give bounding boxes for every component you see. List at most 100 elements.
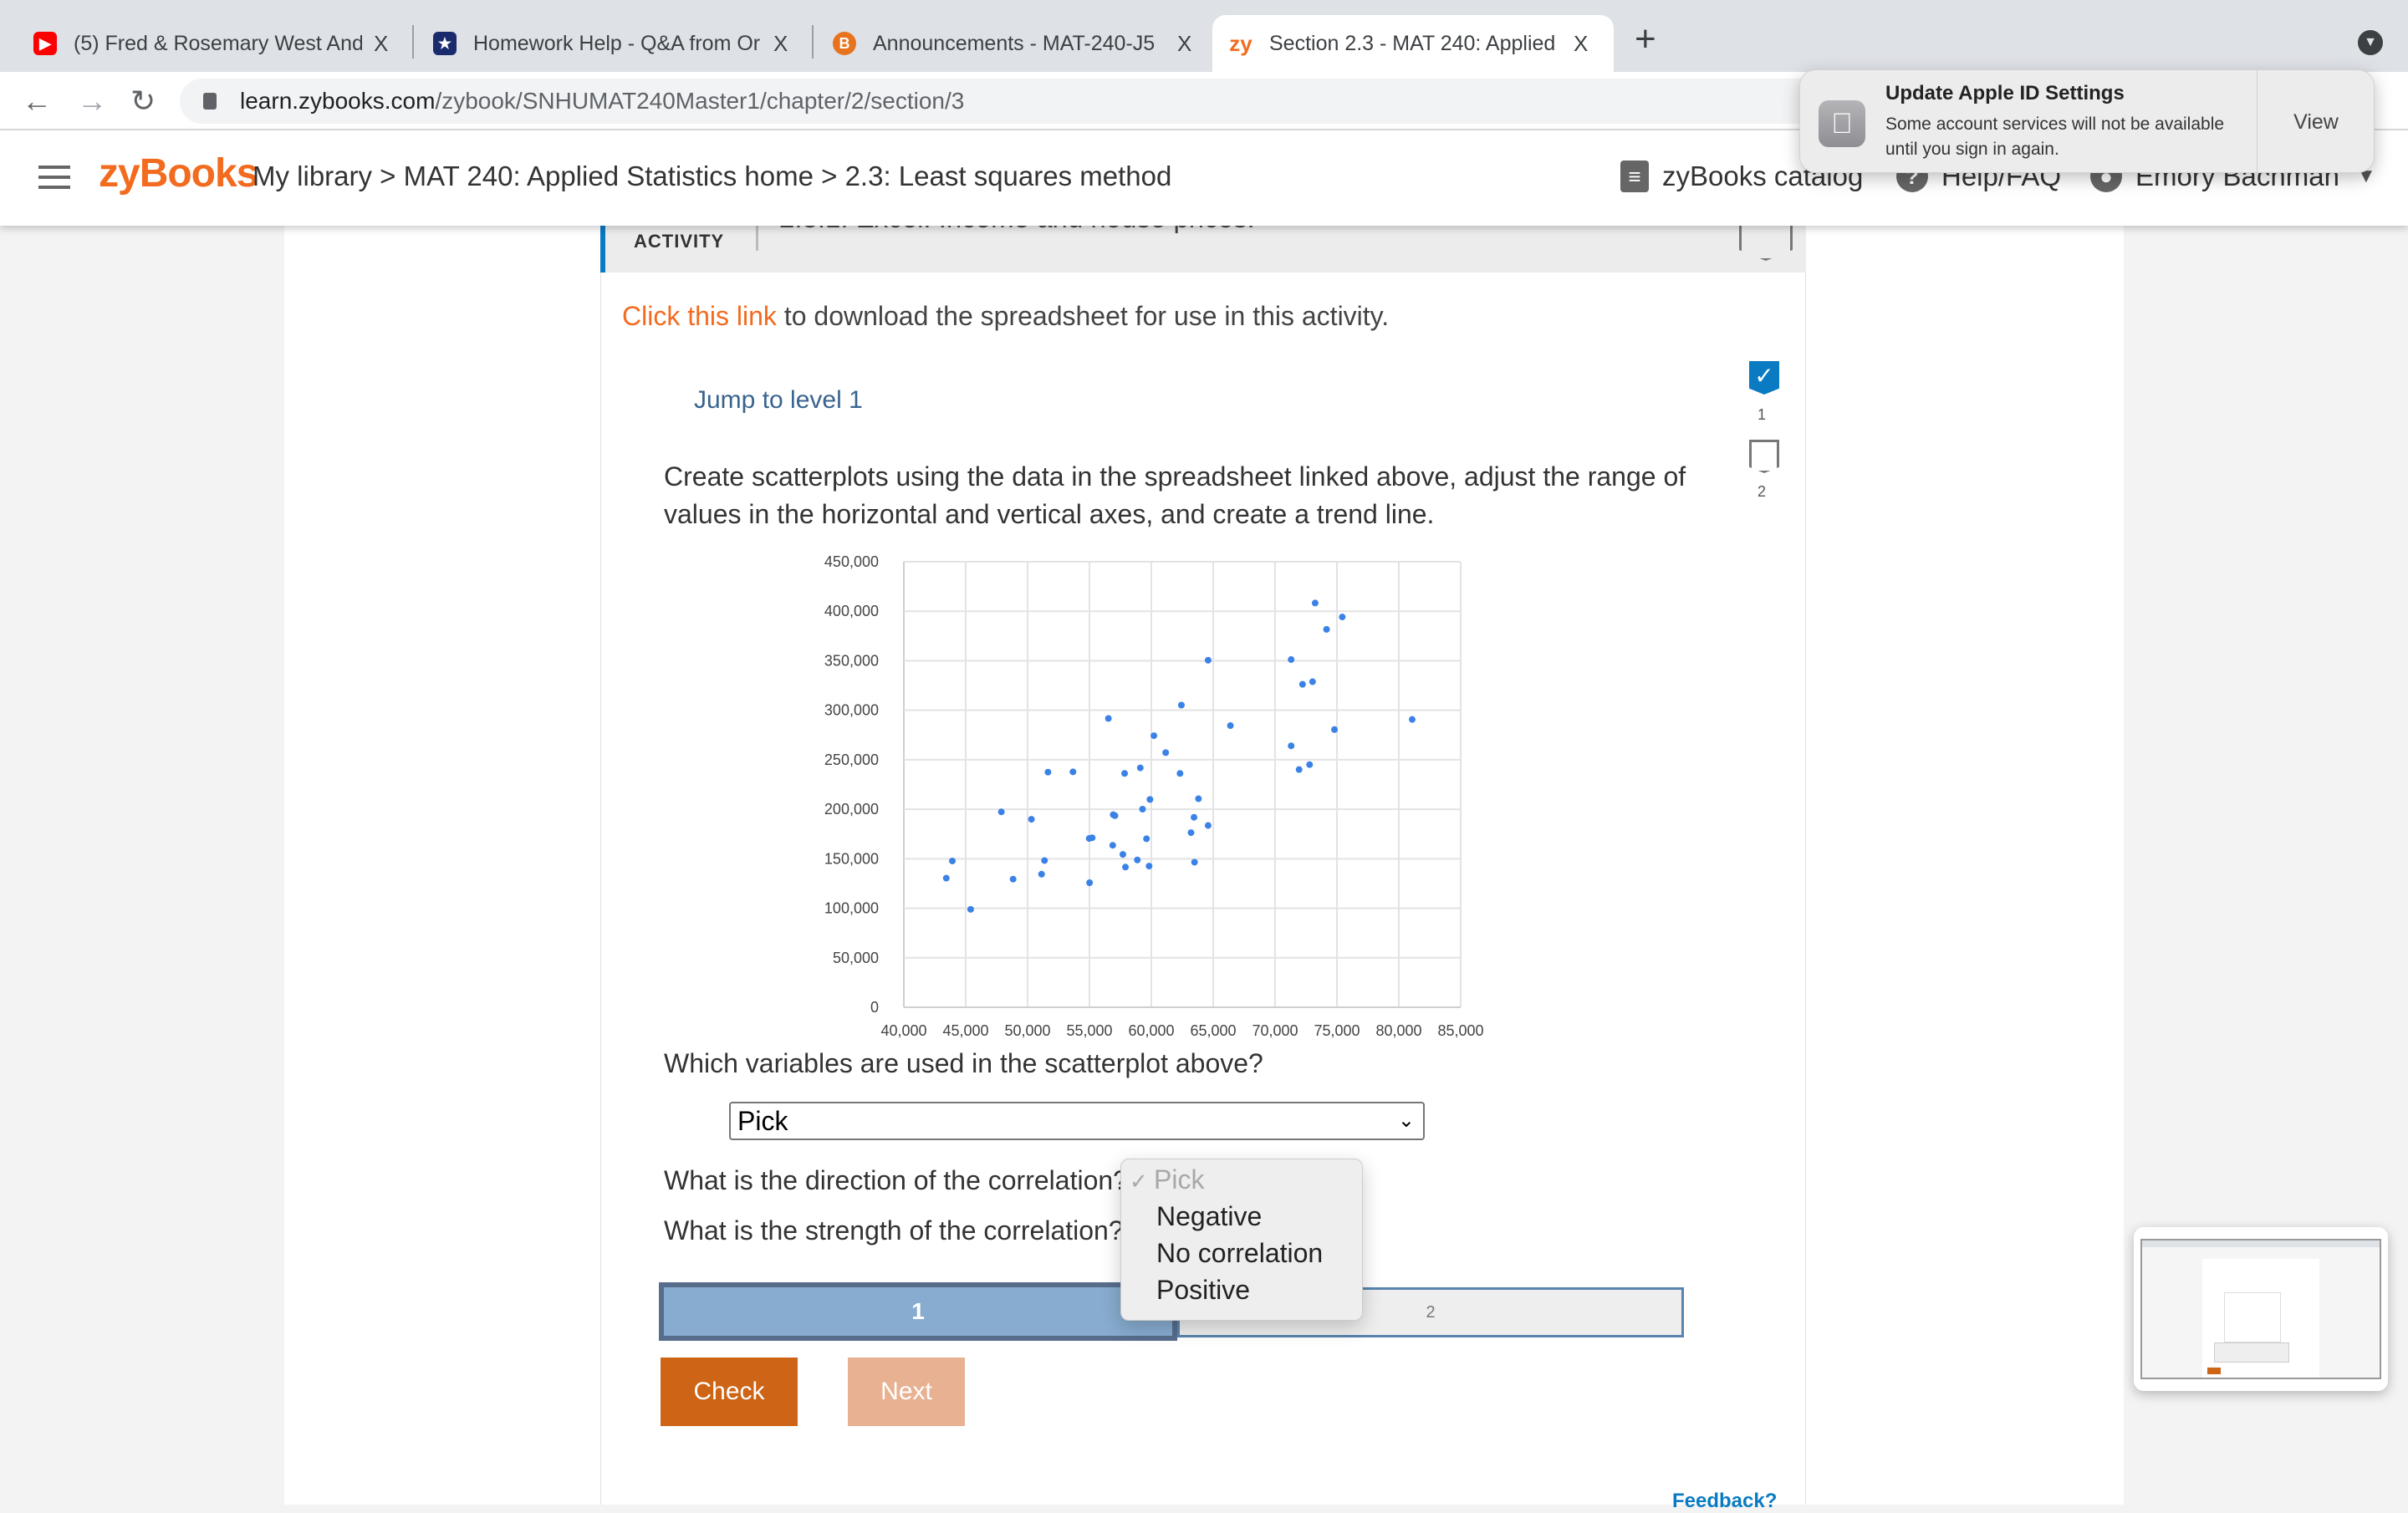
data-point xyxy=(1408,716,1416,723)
dropdown-option-negative[interactable]: Negative xyxy=(1156,1201,1262,1232)
tab-announcements[interactable]: B Announcements - MAT-240-J5 X xyxy=(833,15,1191,72)
data-point xyxy=(1227,722,1234,730)
breadcrumb[interactable]: My library > MAT 240: Applied Statistics… xyxy=(253,160,1171,192)
tab-homework-help[interactable]: ★ Homework Help - Q&A from Or X xyxy=(433,15,788,72)
x-tick-label: 75,000 xyxy=(1314,1022,1360,1039)
y-tick-label: 400,000 xyxy=(824,603,879,619)
tab-search-icon[interactable]: ▼ xyxy=(2358,30,2383,55)
data-point xyxy=(1306,761,1314,768)
y-tick-label: 250,000 xyxy=(824,751,879,768)
tab-title: Homework Help - Q&A from Or xyxy=(473,31,761,55)
data-point xyxy=(967,905,974,913)
notification-view-button[interactable]: View xyxy=(2257,70,2375,174)
data-point xyxy=(1028,816,1035,823)
notification-title: Update Apple ID Settings xyxy=(1885,82,2125,104)
catalog-icon: ≡ xyxy=(1620,160,1649,192)
tab-youtube[interactable]: ▶ (5) Fred & Rosemary West And X xyxy=(33,15,388,72)
data-point xyxy=(1298,680,1306,688)
thumbnail-tabbar xyxy=(2142,1240,2380,1247)
browser-tab-bar: ▶ (5) Fred & Rosemary West And X ★ Homew… xyxy=(0,0,2408,72)
tab-separator xyxy=(412,25,414,59)
new-tab-button[interactable]: + xyxy=(1635,18,1656,60)
y-axis-ticks: 0 50,000 100,000 150,000 200,000 250,000 300,0… xyxy=(824,553,879,1016)
y-tick-label: 50,000 xyxy=(833,950,879,966)
thumbnail-menu xyxy=(2214,1342,2289,1363)
data-point xyxy=(997,808,1005,816)
data-point xyxy=(1177,701,1185,709)
next-button[interactable]: Next xyxy=(848,1358,965,1426)
level-1-checkmark-icon[interactable]: ✓ xyxy=(1749,361,1779,395)
direction-dropdown-menu[interactable]: ✓ Pick Negative No correlation Positive xyxy=(1120,1159,1363,1321)
screenshot-thumbnail[interactable] xyxy=(2134,1227,2388,1391)
chevron-down-icon: ⌄ xyxy=(1397,1109,1415,1132)
data-point xyxy=(1195,795,1202,802)
variables-select[interactable]: Pick ⌄ xyxy=(729,1102,1425,1140)
data-point xyxy=(1323,625,1330,633)
level-segment-current[interactable]: 1 xyxy=(659,1282,1177,1341)
data-point xyxy=(1009,875,1017,883)
apple-logo-icon:  xyxy=(1819,100,1865,147)
data-point xyxy=(1309,678,1316,685)
data-point xyxy=(1134,856,1141,863)
jump-to-level-link[interactable]: Jump to level 1 xyxy=(694,386,863,415)
feedback-link[interactable]: Feedback? xyxy=(1672,1490,1777,1513)
data-point xyxy=(1139,805,1146,813)
tab-section-2-3[interactable]: zy Section 2.3 - MAT 240: Applied X xyxy=(1212,15,1614,72)
level-2-number: 2 xyxy=(1758,483,1767,500)
y-tick-label: 100,000 xyxy=(824,900,879,917)
x-tick-label: 50,000 xyxy=(1004,1022,1050,1039)
forward-icon[interactable]: → xyxy=(77,84,107,119)
notification-body: Some account services will not be availa… xyxy=(1885,115,2225,159)
y-tick-label: 150,000 xyxy=(824,850,879,867)
dropdown-option-no-correlation[interactable]: No correlation xyxy=(1156,1238,1323,1269)
data-point xyxy=(1162,749,1170,756)
download-link[interactable]: Click this link xyxy=(622,301,777,331)
data-point xyxy=(1176,770,1184,777)
lock-icon xyxy=(203,93,217,110)
x-tick-label: 60,000 xyxy=(1128,1022,1174,1039)
reload-icon[interactable]: ↻ xyxy=(130,84,156,119)
variables-select-value: Pick xyxy=(737,1105,788,1136)
check-button[interactable]: Check xyxy=(661,1358,798,1426)
data-point xyxy=(1041,857,1048,864)
thumbnail-chart xyxy=(2224,1292,2281,1342)
data-point xyxy=(1111,812,1119,819)
checkmark-icon: ✓ xyxy=(1130,1169,1155,1194)
data-point xyxy=(1121,770,1129,777)
y-tick-label: 200,000 xyxy=(824,801,879,818)
close-tab-icon[interactable]: X xyxy=(1574,31,1588,57)
data-point xyxy=(1136,764,1144,772)
data-point xyxy=(1086,879,1094,886)
data-point xyxy=(949,857,957,864)
dropdown-option-positive[interactable]: Positive xyxy=(1156,1275,1250,1306)
data-point xyxy=(1288,742,1295,750)
x-tick-label: 40,000 xyxy=(880,1022,926,1039)
y-tick-label: 350,000 xyxy=(824,652,879,669)
zybooks-logo[interactable]: zyBooks xyxy=(99,150,258,196)
url-host: learn.zybooks.com xyxy=(240,88,436,114)
close-tab-icon[interactable]: X xyxy=(773,31,788,57)
data-point xyxy=(1038,870,1045,878)
back-icon[interactable]: ← xyxy=(22,84,52,119)
data-point xyxy=(1122,863,1130,871)
data-point xyxy=(1191,813,1198,821)
x-tick-label: 70,000 xyxy=(1252,1022,1298,1039)
data-point xyxy=(1143,835,1150,843)
zybooks-icon: zy xyxy=(1229,30,1252,56)
x-tick-label: 45,000 xyxy=(942,1022,988,1039)
tab-title: Announcements - MAT-240-J5 xyxy=(873,31,1156,55)
dropdown-option-pick[interactable]: ✓ Pick xyxy=(1130,1164,1204,1195)
x-tick-label: 80,000 xyxy=(1375,1022,1421,1039)
apple-id-notification[interactable]:  Update Apple ID Settings Some account … xyxy=(1799,69,2375,174)
x-tick-label: 85,000 xyxy=(1437,1022,1483,1039)
close-tab-icon[interactable]: X xyxy=(374,31,388,57)
close-tab-icon[interactable]: X xyxy=(1177,31,1191,57)
level-2-badge-icon[interactable] xyxy=(1749,440,1779,473)
y-tick-label: 450,000 xyxy=(824,553,879,570)
tab-separator xyxy=(812,25,814,59)
tab-title: Section 2.3 - MAT 240: Applied xyxy=(1269,31,1556,55)
data-point xyxy=(1331,726,1339,733)
chart-points xyxy=(942,599,1416,913)
menu-icon[interactable] xyxy=(38,166,70,189)
youtube-icon: ▶ xyxy=(33,32,57,55)
